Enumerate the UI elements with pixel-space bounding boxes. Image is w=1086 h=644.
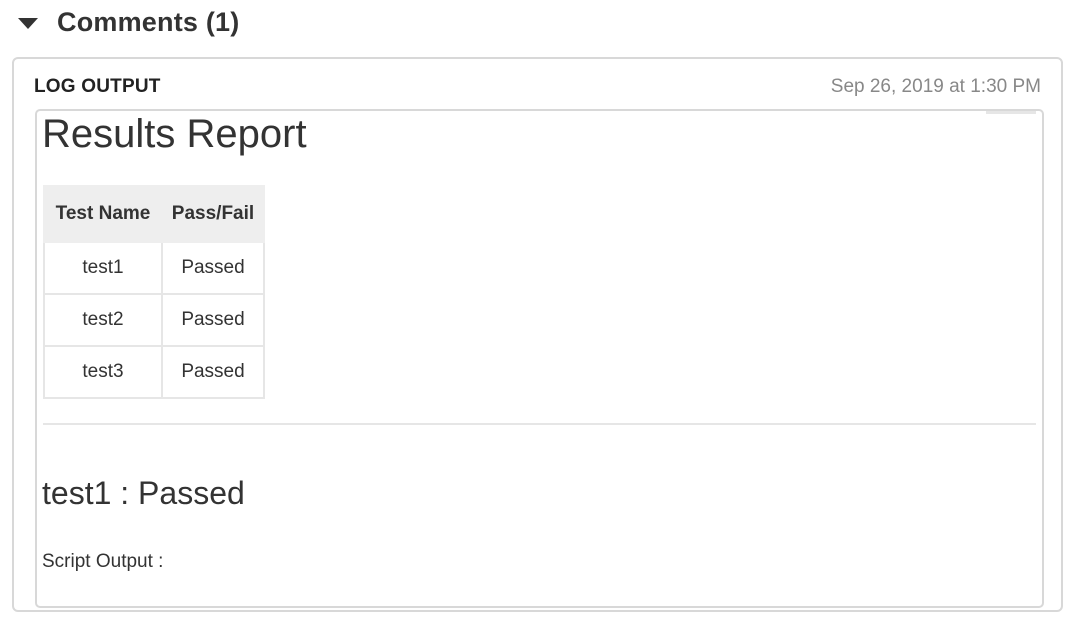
test-name-cell: test1 — [43, 241, 163, 295]
results-table: Test Name Pass/Fail test1 Passed test2 P… — [43, 185, 265, 399]
table-row: test3 Passed — [43, 345, 265, 399]
comments-section-toggle[interactable]: Comments (1) — [18, 4, 239, 40]
comment-label: LOG OUTPUT — [34, 76, 161, 97]
comment-card: LOG OUTPUT Sep 26, 2019 at 1:30 PM Resul… — [12, 57, 1063, 612]
column-header-pass-fail: Pass/Fail — [161, 185, 265, 243]
log-output-frame[interactable]: Results Report Test Name Pass/Fail test1… — [35, 109, 1044, 608]
test-detail-heading: test1 : Passed — [42, 475, 245, 511]
test-name-cell: test2 — [43, 293, 163, 347]
table-row: test1 Passed — [43, 241, 265, 295]
frame-scroll-indicator — [986, 111, 1036, 114]
table-row: test2 Passed — [43, 293, 265, 347]
table-header-row: Test Name Pass/Fail — [43, 185, 265, 243]
comments-section-title: Comments (1) — [57, 6, 240, 37]
report-title: Results Report — [42, 112, 307, 156]
test-status-cell: Passed — [161, 241, 265, 295]
column-header-test-name: Test Name — [43, 185, 163, 243]
section-divider — [43, 423, 1036, 425]
script-output-label: Script Output : — [42, 551, 164, 572]
caret-down-icon[interactable] — [18, 17, 38, 29]
test-status-cell: Passed — [161, 293, 265, 347]
comment-timestamp: Sep 26, 2019 at 1:30 PM — [830, 76, 1041, 97]
test-name-cell: test3 — [43, 345, 163, 399]
test-status-cell: Passed — [161, 345, 265, 399]
